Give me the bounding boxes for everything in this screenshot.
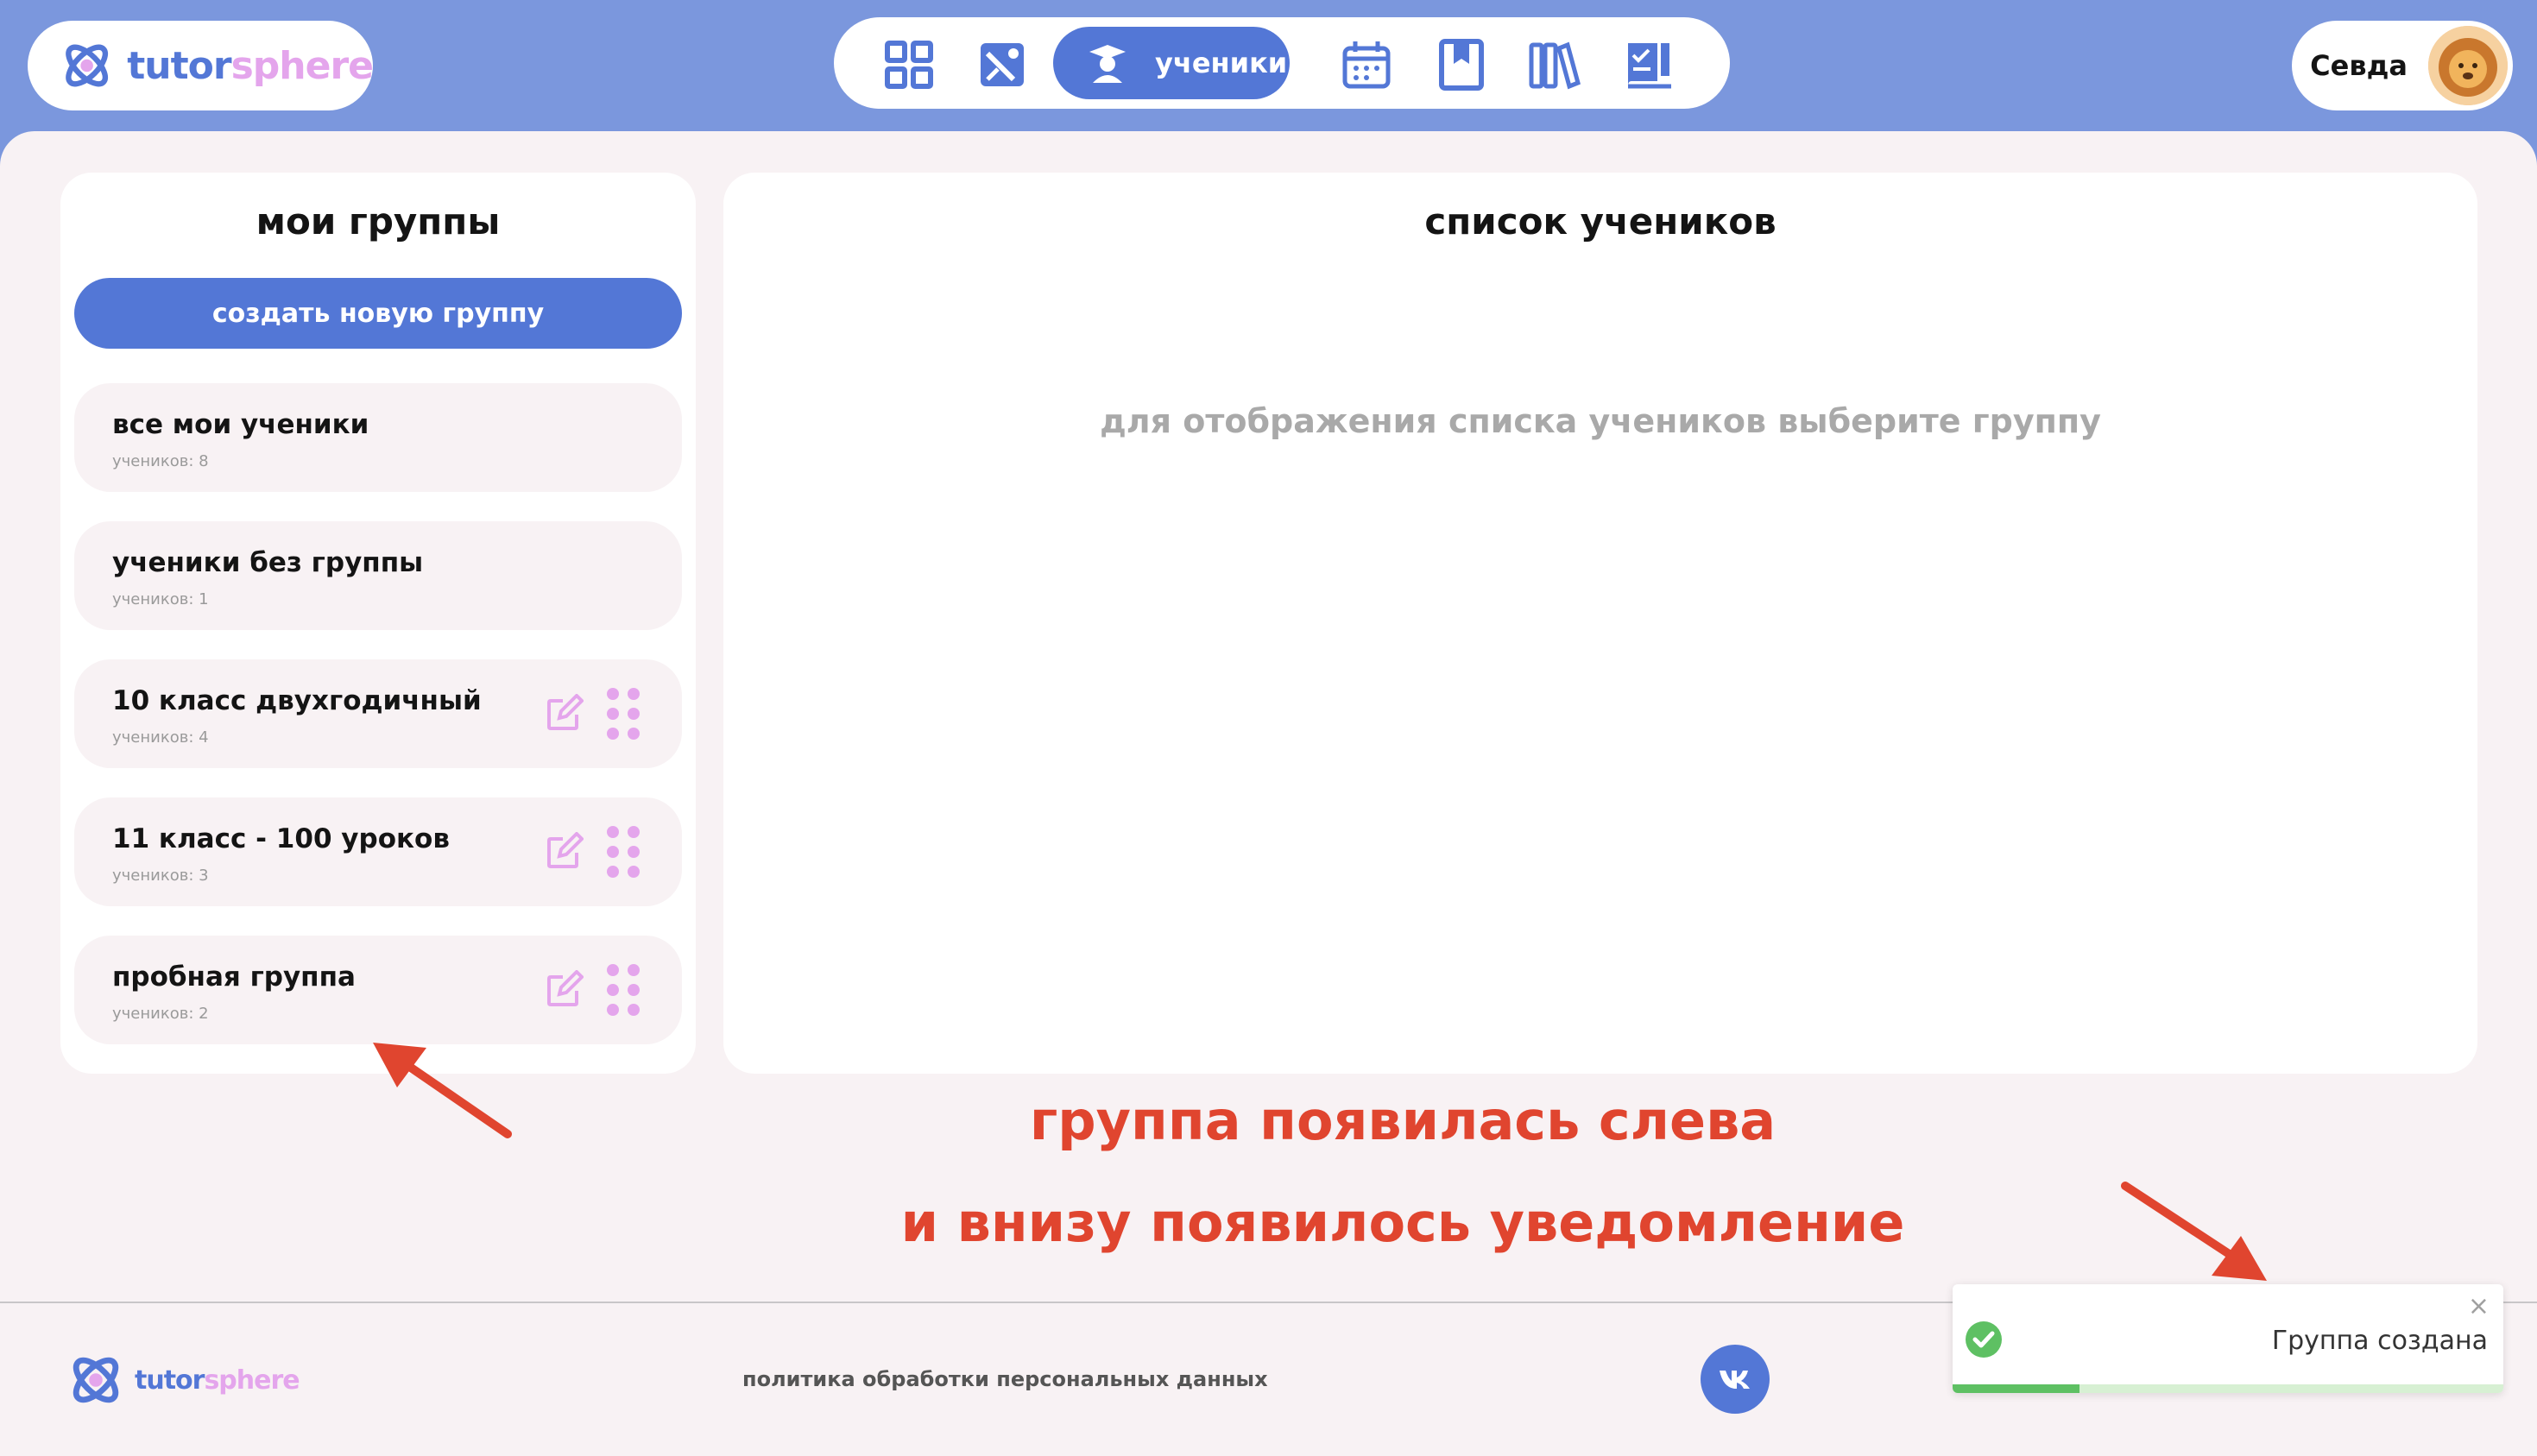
group-name: 11 класс - 100 уроков <box>112 823 450 854</box>
drag-handle-icon[interactable] <box>604 961 642 1018</box>
toast-message: Группа создана <box>2271 1326 2488 1356</box>
success-toast: Группа создана × <box>1953 1284 2503 1393</box>
group-name: 10 класс двухгодичный <box>112 685 482 716</box>
group-name: ученики без группы <box>112 547 424 578</box>
group-count: учеников: 3 <box>112 867 209 885</box>
privacy-policy-link[interactable]: политика обработки персональных данных <box>742 1367 1268 1391</box>
library-icon[interactable] <box>1528 38 1581 91</box>
lion-avatar-icon <box>2428 26 2508 105</box>
group-name: пробная группа <box>112 961 356 993</box>
toast-progress-bar <box>1953 1384 2079 1393</box>
create-group-button[interactable]: создать новую группу <box>74 278 682 349</box>
group-item-trial[interactable]: пробная группа учеников: 2 <box>74 936 682 1044</box>
bookmark-icon[interactable] <box>1435 38 1488 91</box>
nav-item-students-label: ученики <box>1155 47 1288 79</box>
group-count: учеников: 4 <box>112 728 209 747</box>
edit-icon[interactable] <box>546 694 584 732</box>
groups-panel-title: мои группы <box>256 200 501 243</box>
annotation-arrow-right-icon <box>2121 1182 2267 1281</box>
calendar-icon[interactable] <box>1340 38 1393 91</box>
group-count: учеников: 8 <box>112 452 209 470</box>
group-item-ungrouped[interactable]: ученики без группы учеников: 1 <box>74 521 682 630</box>
close-icon[interactable]: × <box>2468 1291 2490 1321</box>
students-panel <box>723 173 2477 1074</box>
group-name: все мои ученики <box>112 409 369 440</box>
annotation-line-2: и внизу появилось уведомление <box>900 1191 1905 1254</box>
vk-icon <box>1720 1371 1750 1389</box>
edit-icon[interactable] <box>546 832 584 870</box>
group-item-11-class[interactable]: 11 класс - 100 уроков учеников: 3 <box>74 797 682 906</box>
tutorsphere-logo-icon <box>73 1357 119 1403</box>
annotation-line-1: группа появилась слева <box>1029 1089 1777 1152</box>
students-panel-title: список учеников <box>1424 200 1777 243</box>
drag-handle-icon[interactable] <box>604 685 642 742</box>
group-count: учеников: 2 <box>112 1005 209 1023</box>
nav-item-students[interactable]: ученики <box>1053 27 1290 99</box>
logo-wordmark: tutorsphere <box>127 43 374 88</box>
tasks-icon[interactable] <box>975 38 1029 91</box>
group-count: учеников: 1 <box>112 590 209 608</box>
tutorsphere-logo-icon <box>66 44 109 87</box>
annotation-arrow-left-icon <box>373 1043 512 1138</box>
group-item-all-students[interactable]: все мои ученики учеников: 8 <box>74 383 682 492</box>
student-icon <box>1089 45 1126 83</box>
drag-handle-icon[interactable] <box>604 823 642 880</box>
dashboard-grid-icon[interactable] <box>882 38 936 91</box>
header-logo[interactable]: tutorsphere <box>28 21 374 110</box>
footer-wordmark: tutorsphere <box>135 1365 300 1396</box>
check-circle-icon <box>1966 1321 2002 1358</box>
edit-icon[interactable] <box>546 970 584 1008</box>
footer-logo[interactable]: tutorsphere <box>66 1350 300 1410</box>
group-item-10-class[interactable]: 10 класс двухгодичный учеников: 4 <box>74 659 682 768</box>
user-menu[interactable]: Севда <box>2292 21 2513 110</box>
students-placeholder: для отображения списка учеников выберите… <box>1100 402 2101 440</box>
vk-button[interactable] <box>1701 1345 1770 1414</box>
user-name: Севда <box>2310 49 2408 82</box>
homework-icon[interactable] <box>1623 38 1676 91</box>
main-nav: ученики <box>834 17 1730 109</box>
